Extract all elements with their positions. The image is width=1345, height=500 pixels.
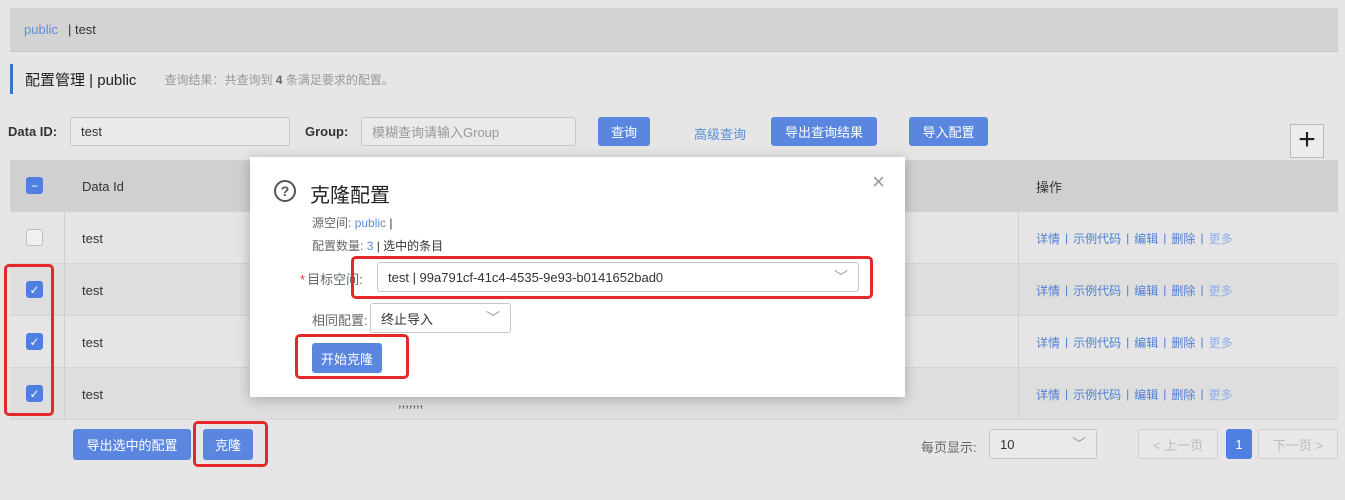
row-checkbox[interactable] bbox=[26, 229, 43, 246]
page-size-value: 10 bbox=[1000, 436, 1015, 452]
chevron-down-icon: ﹀ bbox=[486, 310, 500, 326]
namespace-test[interactable]: | test bbox=[68, 22, 96, 37]
target-namespace-highlight bbox=[351, 256, 873, 299]
source-namespace-line: 源空间: public | bbox=[312, 214, 393, 231]
edit-link[interactable]: 编辑 bbox=[1134, 334, 1158, 351]
policy-label: 相同配置: bbox=[312, 313, 368, 328]
prev-page-button[interactable]: < 上一页 bbox=[1138, 429, 1218, 459]
sample-code-link[interactable]: 示例代码 bbox=[1073, 386, 1121, 403]
current-page[interactable]: 1 bbox=[1226, 429, 1252, 459]
more-link[interactable]: 更多 bbox=[1209, 334, 1233, 351]
more-link[interactable]: 更多 bbox=[1209, 282, 1233, 299]
edit-link[interactable]: 编辑 bbox=[1134, 230, 1158, 247]
export-selected-button[interactable]: 导出选中的配置 bbox=[73, 429, 191, 460]
group-input[interactable]: 模糊查询请输入Group bbox=[361, 117, 576, 146]
result-suffix: 条满足要求的配置。 bbox=[285, 72, 394, 87]
search-bar: Data ID: test Group: 模糊查询请输入Group 查询 高级查… bbox=[0, 117, 1345, 147]
row-data-id: test bbox=[82, 230, 103, 246]
more-link[interactable]: 更多 bbox=[1209, 386, 1233, 403]
row-actions: 详情 | 示例代码 | 编辑 | 删除 | 更多 bbox=[1036, 386, 1233, 403]
delete-link[interactable]: 删除 bbox=[1171, 386, 1195, 403]
same-config-policy-select[interactable]: 终止导入 ﹀ bbox=[370, 303, 511, 333]
page: public | test 配置管理 | public 查询结果：共查询到 4 … bbox=[0, 0, 1345, 500]
query-button[interactable]: 查询 bbox=[598, 117, 650, 146]
row-actions: 详情 | 示例代码 | 编辑 | 删除 | 更多 bbox=[1036, 230, 1233, 247]
checkbox-highlight bbox=[4, 264, 54, 416]
source-value: public bbox=[354, 216, 387, 230]
edit-link[interactable]: 编辑 bbox=[1134, 282, 1158, 299]
import-config-button[interactable]: 导入配置 bbox=[909, 117, 988, 146]
sample-code-link[interactable]: 示例代码 bbox=[1073, 334, 1121, 351]
select-all-checkbox[interactable]: − bbox=[26, 177, 43, 194]
delete-link[interactable]: 删除 bbox=[1171, 334, 1195, 351]
delete-link[interactable]: 删除 bbox=[1171, 282, 1195, 299]
edit-link[interactable]: 编辑 bbox=[1134, 386, 1158, 403]
detail-link[interactable]: 详情 bbox=[1036, 334, 1060, 351]
page-size-label: 每页显示: bbox=[921, 440, 977, 455]
row-data-id: test bbox=[82, 334, 103, 350]
policy-value: 终止导入 bbox=[381, 311, 434, 327]
count-value: 3 bbox=[366, 239, 374, 253]
header-data-id: Data Id bbox=[82, 178, 124, 194]
more-link[interactable]: 更多 bbox=[1209, 230, 1233, 247]
row-actions: 详情 | 示例代码 | 编辑 | 删除 | 更多 bbox=[1036, 282, 1233, 299]
page-size-select[interactable]: 10 ﹀ bbox=[989, 429, 1097, 459]
chevron-down-icon: ﹀ bbox=[1072, 436, 1086, 452]
result-prefix: 查询结果：共查询到 bbox=[164, 72, 273, 87]
delete-link[interactable]: 删除 bbox=[1171, 230, 1195, 247]
detail-link[interactable]: 详情 bbox=[1036, 386, 1060, 403]
sample-code-link[interactable]: 示例代码 bbox=[1073, 282, 1121, 299]
result-count: 4 bbox=[275, 72, 283, 87]
row-data-id: test bbox=[82, 386, 103, 402]
header-ops: 操作 bbox=[1036, 179, 1063, 195]
source-suffix: | bbox=[389, 216, 393, 230]
page-title: 配置管理 | public bbox=[25, 71, 137, 89]
namespace-public[interactable]: public bbox=[24, 22, 58, 37]
plus-icon[interactable]: + bbox=[1290, 124, 1324, 158]
advanced-query-link[interactable]: 高级查询 bbox=[694, 124, 746, 143]
clone-button-highlight bbox=[193, 421, 268, 467]
count-suffix: | 选中的条目 bbox=[376, 239, 444, 253]
data-id-input[interactable]: test bbox=[70, 117, 290, 146]
count-label: 配置数量: bbox=[312, 239, 364, 253]
query-result-text: 查询结果：共查询到 4 条满足要求的配置。 bbox=[164, 71, 393, 88]
group-label: Group: bbox=[305, 124, 349, 139]
export-results-button[interactable]: 导出查询结果 bbox=[771, 117, 877, 146]
detail-link[interactable]: 详情 bbox=[1036, 230, 1060, 247]
close-icon[interactable]: × bbox=[872, 171, 885, 193]
data-id-label: Data ID: bbox=[8, 124, 58, 139]
required-mark: * bbox=[300, 272, 306, 287]
config-count-line: 配置数量: 3 | 选中的条目 bbox=[312, 237, 443, 254]
row-actions: 详情 | 示例代码 | 编辑 | 删除 | 更多 bbox=[1036, 334, 1233, 351]
detail-link[interactable]: 详情 bbox=[1036, 282, 1060, 299]
source-label: 源空间: bbox=[312, 216, 352, 230]
next-page-button[interactable]: 下一页 > bbox=[1258, 429, 1338, 459]
question-circle-icon: ? bbox=[274, 180, 296, 202]
start-clone-highlight bbox=[295, 334, 409, 379]
page-header: 配置管理 | public 查询结果：共查询到 4 条满足要求的配置。 bbox=[10, 64, 394, 94]
row-data-id: test bbox=[82, 282, 103, 298]
dialog-title: 克隆配置 bbox=[310, 185, 390, 207]
namespace-bar: public | test bbox=[10, 8, 1338, 52]
sample-code-link[interactable]: 示例代码 bbox=[1073, 230, 1121, 247]
